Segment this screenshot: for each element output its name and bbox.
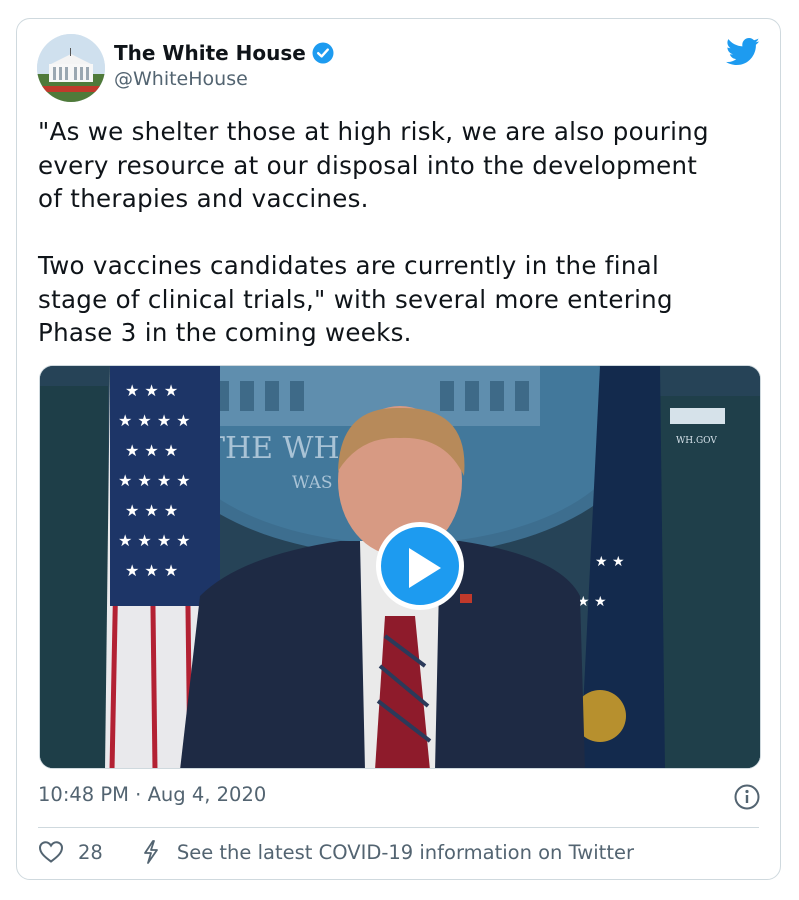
heart-icon[interactable] [38, 840, 64, 864]
wh-gov-watermark: WH.GOV [676, 436, 717, 446]
svg-text:★ ★ ★: ★ ★ ★ [125, 501, 178, 520]
lightning-icon [143, 840, 158, 864]
svg-text:★ ★ ★ ★: ★ ★ ★ ★ [118, 471, 191, 490]
covid-info-link[interactable]: See the latest COVID-19 information on T… [141, 839, 634, 865]
author-name[interactable]: The White House [114, 41, 306, 65]
like-count[interactable]: 28 [78, 841, 103, 864]
svg-text:★ ★ ★ ★: ★ ★ ★ ★ [118, 531, 191, 550]
svg-text:★ ★ ★: ★ ★ ★ [125, 441, 178, 460]
video-player[interactable]: THE WH OUSE WAS WH.GOV ★ ★ ★ ★ ★ ★ ★ ★ ★ … [39, 365, 761, 769]
svg-text:★ ★ ★ ★: ★ ★ ★ ★ [118, 411, 191, 430]
author-name-row[interactable]: The White House [114, 41, 334, 65]
twitter-bird-icon[interactable] [726, 37, 760, 67]
tweet-text: "As we shelter those at high risk, we ar… [38, 117, 709, 347]
svg-text:★ ★: ★ ★ [595, 554, 625, 570]
author-handle[interactable]: @WhiteHouse [114, 68, 248, 90]
play-button[interactable] [376, 522, 464, 610]
white-house-avatar[interactable] [37, 34, 105, 102]
tweet-card: The White House @WhiteHouse "As we shelt… [16, 18, 781, 880]
tweet-actions: 28 See the latest COVID-19 information o… [38, 839, 634, 865]
verified-badge-icon [312, 42, 334, 64]
play-icon [409, 548, 441, 588]
tweet-timestamp[interactable]: 10:48 PM · Aug 4, 2020 [38, 783, 266, 806]
covid-link-text[interactable]: See the latest COVID-19 information on T… [177, 841, 634, 864]
backdrop-subtext: WAS [292, 473, 333, 493]
info-icon[interactable] [734, 784, 760, 810]
divider [38, 827, 759, 828]
white-house-icon [37, 34, 105, 102]
svg-text:★ ★ ★: ★ ★ ★ [125, 381, 178, 400]
svg-text:★ ★ ★: ★ ★ ★ [125, 561, 178, 580]
